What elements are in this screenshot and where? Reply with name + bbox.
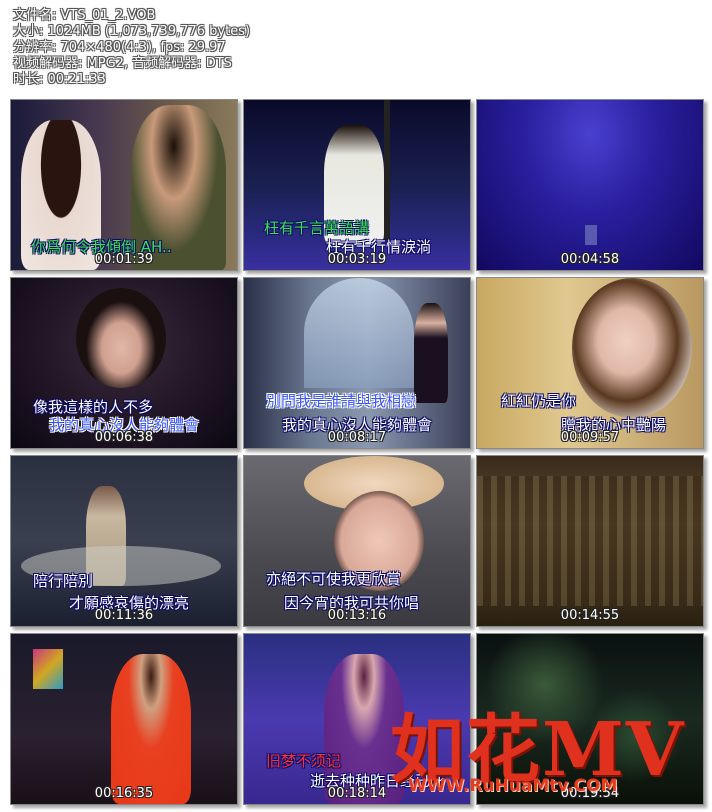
timestamp: 00:14:55 [560, 608, 620, 623]
thumbnail-8[interactable]: 亦絕不可使我更欣賞 因今宵的我可共你唱 00:13:16 [243, 455, 471, 627]
timestamp: 00:04:58 [560, 252, 620, 267]
subtitle-line: 亦絕不可使我更欣賞 [266, 570, 402, 588]
timestamp: 00:09:57 [560, 430, 620, 445]
orchestra [477, 476, 703, 606]
thumbnail-7[interactable]: 陪行陪別 才願感哀傷的漂亮 00:11:36 [10, 455, 238, 627]
lamp-post [384, 100, 390, 240]
subtitle-line: 陪行陪別 [33, 572, 94, 590]
timestamp: 00:16:35 [94, 786, 154, 801]
thumbnail-5[interactable]: 別問我是誰請與我相戀 我的真心沒人能夠體會 00:08:17 [243, 277, 471, 449]
figure-singer [111, 654, 191, 804]
subtitle-line: 旧梦不须记 [266, 752, 342, 770]
colorful-logo [33, 649, 63, 689]
watermark-url: WWW.RuHuaMtv.COM [408, 776, 618, 796]
figure-singer [414, 303, 448, 403]
figure-singer [572, 278, 692, 418]
subtitle-line: 枉有千言萬語講 [264, 219, 370, 237]
thumbnail-10[interactable]: 00:16:35 [10, 633, 238, 805]
arch-window [304, 278, 414, 388]
timestamp: 00:13:16 [327, 608, 387, 623]
thumbnail-3[interactable]: 00:04:58 [476, 99, 704, 271]
timestamp: 00:08:17 [327, 430, 387, 445]
thumbnail-9[interactable]: 00:14:55 [476, 455, 704, 627]
timestamp: 00:06:38 [94, 430, 154, 445]
thumbnail-2[interactable]: 枉有千言萬語講 枉有千行情淚淌 00:03:19 [243, 99, 471, 271]
timestamp: 00:01:39 [94, 252, 154, 267]
figure-singer [76, 288, 166, 388]
thumbnail-4[interactable]: 像我這樣的人不多 我的真心沒人能夠體會 00:06:38 [10, 277, 238, 449]
subtitle-line: 別問我是誰請與我相戀 [266, 392, 417, 410]
thumbnail-1[interactable]: 你爲何令我傾倒 AH.. 00:01:39 [10, 99, 238, 271]
watermark-logo: 如花MV WWW.RuHuaMtv.COM [360, 690, 700, 810]
small-figure [585, 225, 597, 245]
timestamp: 00:11:36 [94, 608, 154, 623]
timestamp: 00:03:19 [327, 252, 387, 267]
subtitle-line: 紅紅仍是你 [501, 392, 577, 410]
thumbnail-6[interactable]: 紅紅仍是你 贈我的心中艷陽 00:09:57 [476, 277, 704, 449]
